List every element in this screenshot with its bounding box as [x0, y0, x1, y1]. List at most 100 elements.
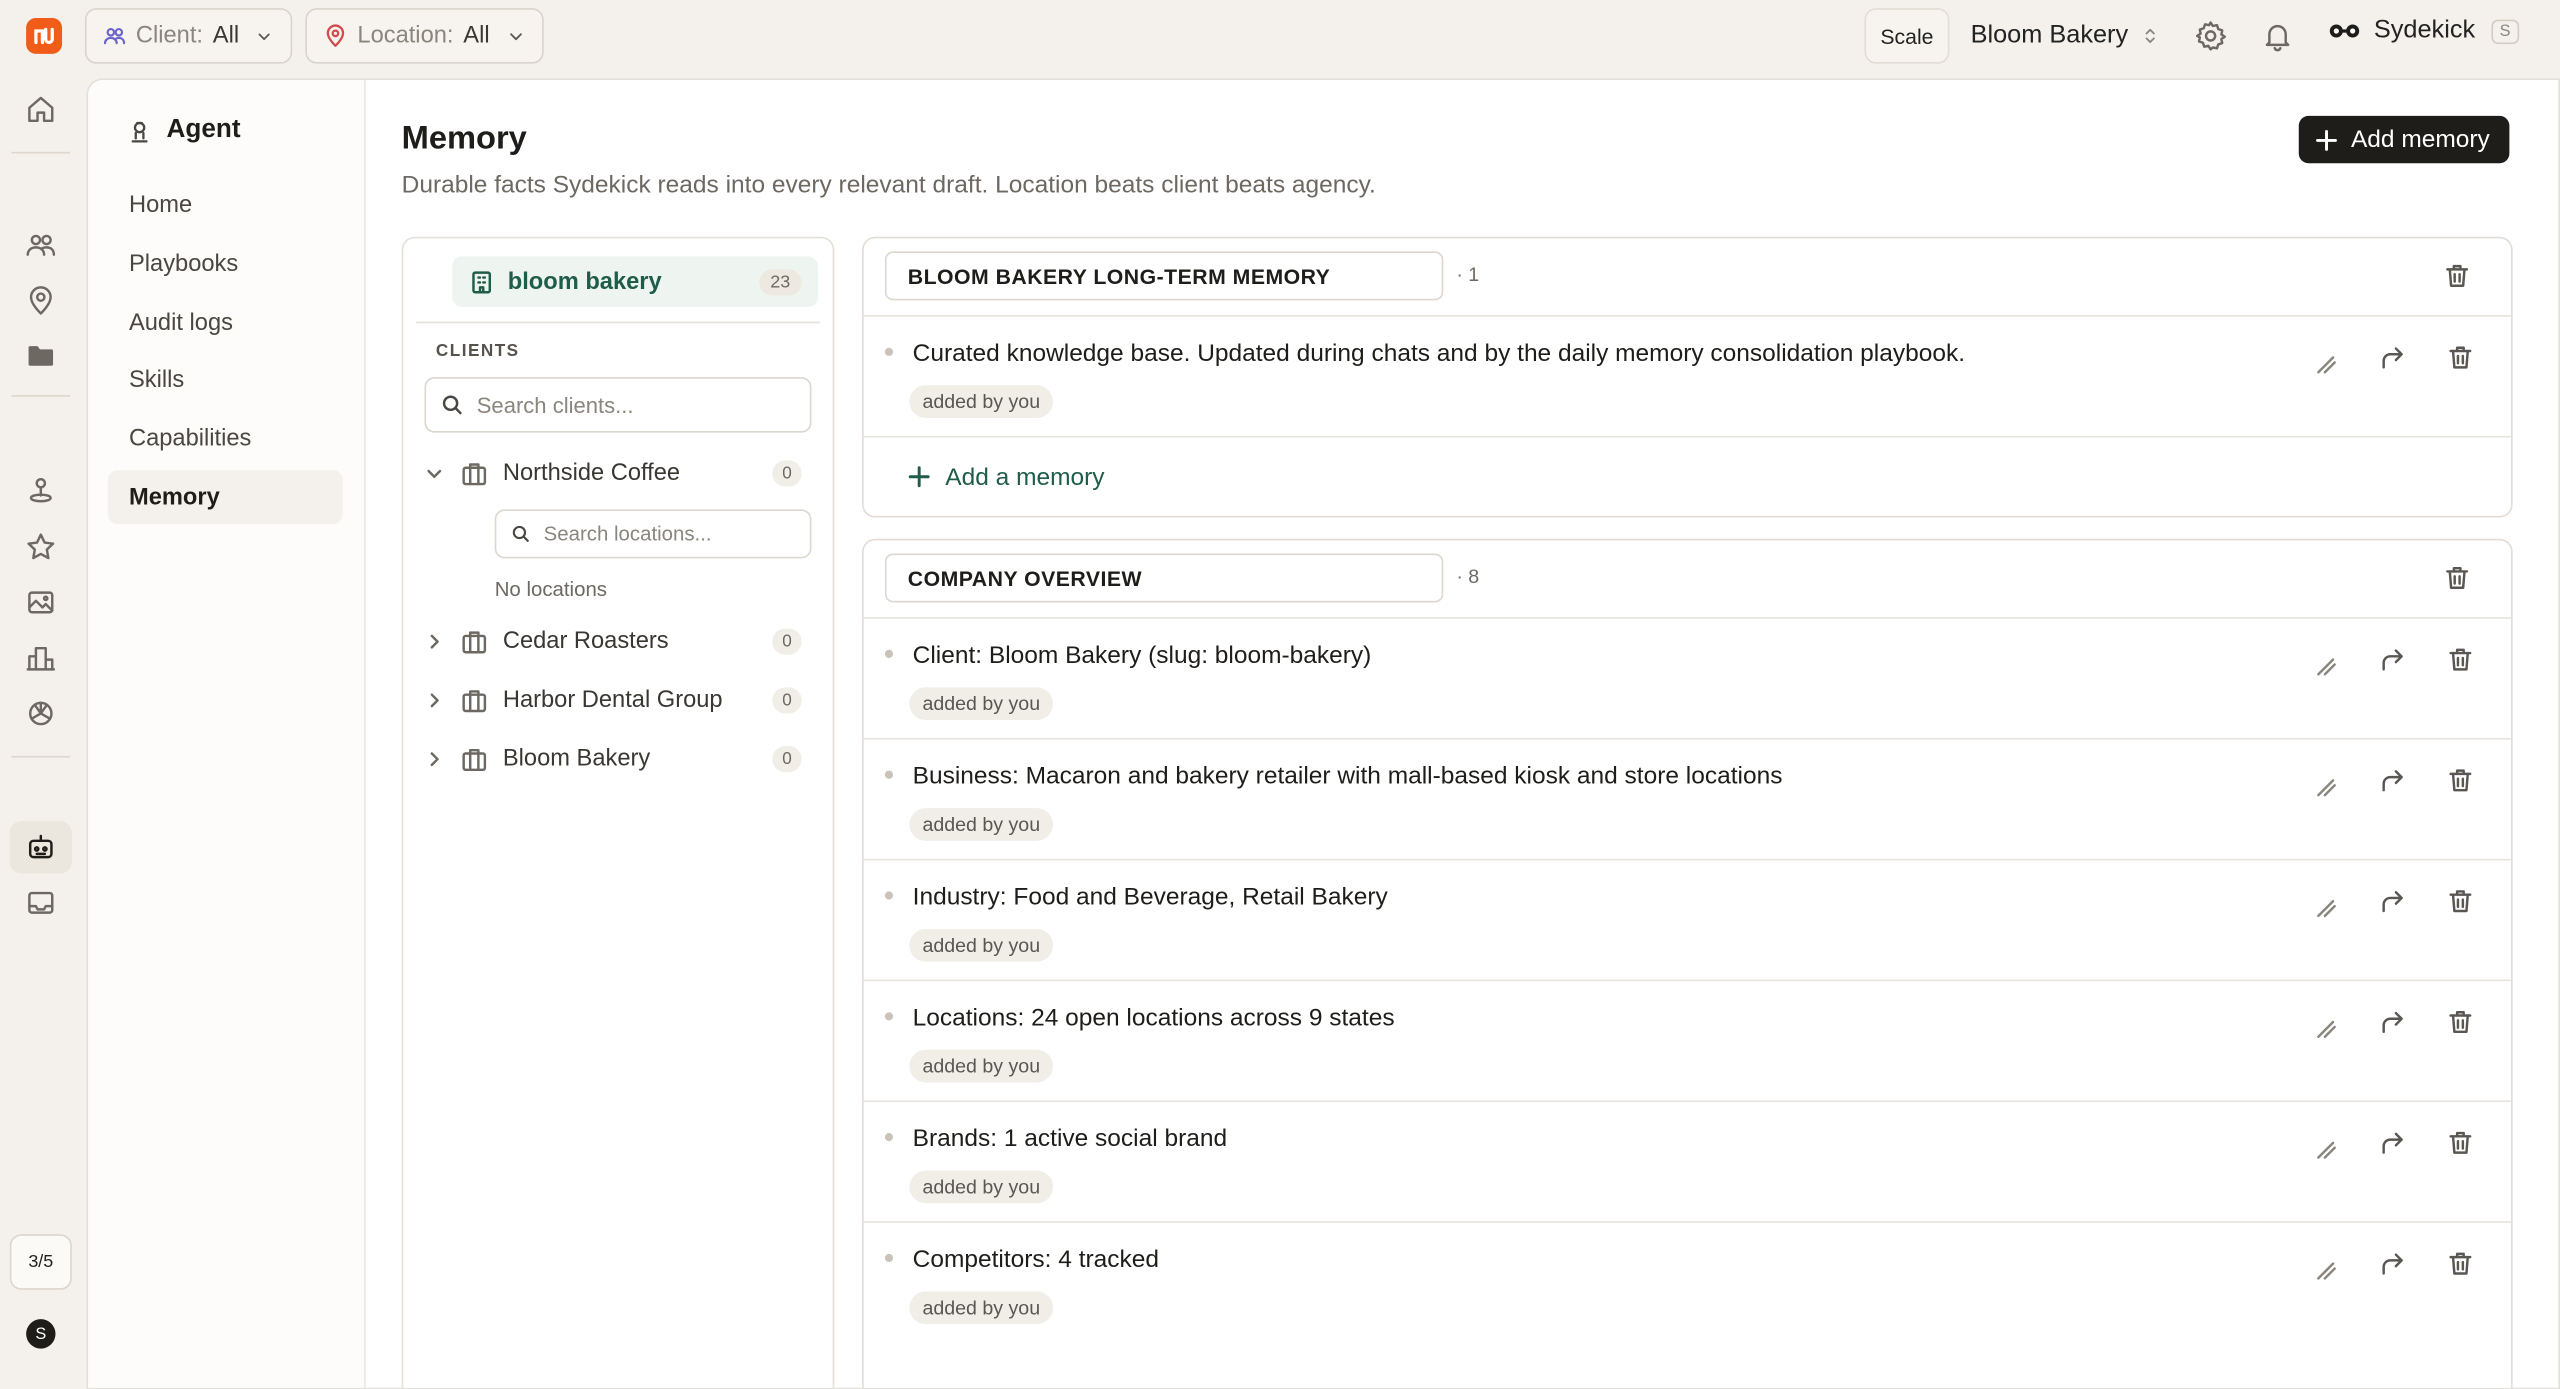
- share-icon[interactable]: [2377, 645, 2406, 674]
- search-icon: [442, 395, 462, 415]
- share-icon[interactable]: [2377, 766, 2406, 795]
- search-clients[interactable]: Search clients...: [424, 377, 812, 433]
- subnav-item-skills[interactable]: Skills: [108, 353, 343, 407]
- edit-icon[interactable]: [2315, 776, 2338, 799]
- trash-icon[interactable]: [2446, 343, 2475, 372]
- home-icon[interactable]: [24, 93, 57, 126]
- add-a-memory-button[interactable]: Add a memory: [864, 438, 2511, 516]
- gear-icon[interactable]: [2194, 20, 2227, 53]
- location-person-icon[interactable]: [24, 473, 57, 506]
- client-filter[interactable]: Client: All: [84, 8, 293, 64]
- client-count: 0: [772, 746, 802, 773]
- location-filter[interactable]: Location: All: [305, 8, 544, 64]
- subnav-item-capabilities[interactable]: Capabilities: [108, 411, 343, 465]
- edit-icon[interactable]: [2315, 896, 2338, 919]
- memory-item: Client: Bloom Bakery (slug: bloom-bakery…: [863, 619, 2512, 740]
- section-name-field[interactable]: BLOOM BAKERY LONG-TERM MEMORY: [884, 251, 1444, 301]
- chevron-right-icon[interactable]: [423, 689, 446, 712]
- subnav-title: Agent: [127, 115, 241, 145]
- memory-text: Curated knowledge base. Updated during c…: [912, 339, 1965, 368]
- memory-item: Business: Macaron and bakery retailer wi…: [863, 740, 2512, 861]
- client-count: 0: [772, 460, 802, 487]
- gallery-icon[interactable]: [24, 586, 57, 619]
- tree-agency-label: bloom bakery: [507, 268, 662, 295]
- bullet: [884, 1133, 894, 1142]
- source-badge: added by you: [909, 928, 1054, 962]
- share-icon[interactable]: [2377, 887, 2406, 916]
- buildings-icon[interactable]: [24, 642, 57, 675]
- client-name: Cedar Roasters: [502, 628, 669, 655]
- edit-icon[interactable]: [2315, 655, 2338, 678]
- share-icon[interactable]: [2377, 1249, 2406, 1278]
- trash-icon[interactable]: [2446, 1128, 2475, 1157]
- tree-divider: [416, 321, 820, 324]
- add-memory-button[interactable]: Add memory: [2298, 115, 2510, 164]
- trash-icon[interactable]: [2446, 1007, 2475, 1036]
- agent-shortcut: S: [2491, 18, 2519, 44]
- client-row-bloom-bakery[interactable]: Bloom Bakery 0: [423, 735, 815, 784]
- client-row-cedar-roasters[interactable]: Cedar Roasters 0: [423, 617, 815, 666]
- rail-divider: [11, 151, 71, 154]
- map-pin-icon: [326, 24, 345, 47]
- share-icon[interactable]: [2377, 343, 2406, 372]
- bell-icon[interactable]: [2261, 20, 2294, 53]
- location-filter-value: All: [463, 22, 490, 49]
- trash-icon[interactable]: [2446, 645, 2475, 674]
- search-locations[interactable]: Search locations...: [494, 509, 812, 559]
- source-badge: added by you: [909, 687, 1054, 720]
- robot-icon[interactable]: [24, 831, 57, 864]
- pager-indicator[interactable]: 3/5: [9, 1234, 72, 1290]
- agent-subnav: Agent Home Playbooks Audit logs Skills C…: [88, 79, 366, 1388]
- memory-actions: [2315, 1249, 2475, 1282]
- subnav-item-playbooks[interactable]: Playbooks: [108, 237, 343, 291]
- source-badge: added by you: [909, 808, 1054, 841]
- folder-icon[interactable]: [24, 340, 57, 373]
- subnav-title-label: Agent: [166, 115, 241, 144]
- building-icon: [472, 270, 492, 293]
- subnav-item-audit-logs[interactable]: Audit logs: [108, 296, 343, 350]
- star-icon[interactable]: [24, 531, 57, 564]
- memory-actions: [2315, 1007, 2475, 1040]
- openai-icon[interactable]: [24, 697, 57, 730]
- inbox-icon[interactable]: [24, 887, 57, 920]
- source-badge: added by you: [909, 1049, 1054, 1083]
- edit-icon[interactable]: [2315, 1017, 2338, 1040]
- avatar[interactable]: S: [26, 1319, 56, 1349]
- app-logo[interactable]: [26, 17, 63, 54]
- trash-icon[interactable]: [2442, 563, 2471, 592]
- client-name: Harbor Dental Group: [502, 687, 723, 714]
- share-icon[interactable]: [2377, 1007, 2406, 1036]
- trash-icon[interactable]: [2442, 261, 2471, 290]
- client-row-northside-coffee[interactable]: Northside Coffee 0: [423, 449, 815, 498]
- brand-name: Bloom Bakery: [1970, 21, 2129, 49]
- edit-icon[interactable]: [2315, 1259, 2338, 1282]
- plus-icon: [2316, 129, 2337, 151]
- edit-icon[interactable]: [2315, 353, 2338, 376]
- briefcase-icon: [462, 462, 487, 485]
- memory-item: Industry: Food and Beverage, Retail Bake…: [863, 860, 2512, 982]
- trash-icon[interactable]: [2446, 1249, 2475, 1278]
- trash-icon[interactable]: [2446, 766, 2475, 795]
- client-row-harbor-dental-group[interactable]: Harbor Dental Group 0: [423, 676, 815, 725]
- map-pin-icon[interactable]: [24, 284, 57, 317]
- client-name: Bloom Bakery: [502, 746, 651, 773]
- trash-icon[interactable]: [2446, 887, 2475, 916]
- source-badge: added by you: [909, 1170, 1054, 1204]
- agent-icon: [131, 121, 148, 142]
- scale-button[interactable]: Scale: [1864, 8, 1950, 64]
- chevron-right-icon[interactable]: [423, 630, 446, 653]
- subnav-item-home[interactable]: Home: [108, 178, 343, 232]
- agent-name: Sydekick: [2373, 16, 2476, 45]
- chevron-down-icon[interactable]: [423, 462, 446, 485]
- users-icon[interactable]: [24, 229, 57, 262]
- client-tree: bloom bakery 23 CLIENTS Search clients..…: [401, 236, 835, 1388]
- section-name-field[interactable]: COMPANY OVERVIEW: [884, 553, 1444, 603]
- subnav-item-memory[interactable]: Memory: [107, 470, 343, 525]
- brand-selector[interactable]: Bloom Bakery: [1971, 13, 2161, 59]
- share-icon[interactable]: [2377, 1128, 2406, 1157]
- tree-agency-item[interactable]: bloom bakery 23: [452, 256, 818, 307]
- sydekick-button[interactable]: Sydekick S: [2328, 16, 2519, 45]
- add-a-memory-label: Add a memory: [945, 462, 1105, 491]
- chevron-right-icon[interactable]: [423, 748, 446, 771]
- edit-icon[interactable]: [2315, 1138, 2338, 1161]
